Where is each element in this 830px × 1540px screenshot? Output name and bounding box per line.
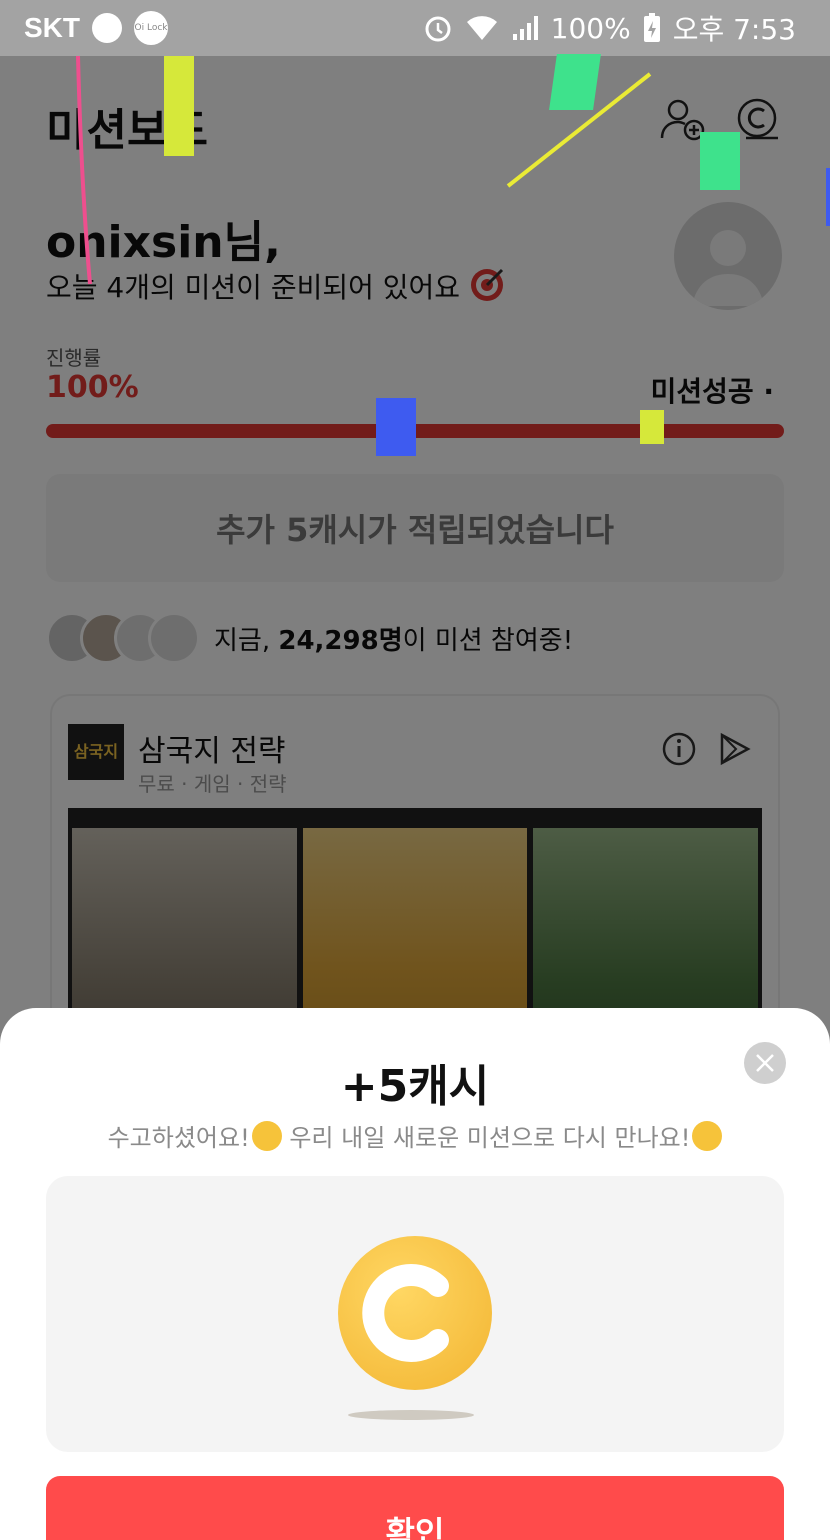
confirm-button[interactable]: 확인 (46, 1476, 784, 1540)
chat-bubble-icon (92, 13, 122, 43)
annotation-stroke (506, 72, 652, 188)
annotation-mark (640, 410, 664, 444)
battery-percent: 100% (550, 11, 631, 45)
coin-letter-c (362, 1264, 449, 1362)
annotation-mark (376, 398, 416, 456)
reward-box (46, 1176, 784, 1452)
oi-lock-icon: Oi Lock (134, 11, 168, 45)
status-bar: SKT Oi Lock 100% 오후 7:53 (0, 0, 830, 56)
reward-bottom-sheet: +5캐시 수고하셨어요! 우리 내일 새로운 미션으로 다시 만나요! 확인 (0, 1008, 830, 1540)
annotation-mark (700, 132, 740, 190)
reward-message: 수고하셨어요! 우리 내일 새로운 미션으로 다시 만나요! (0, 1118, 830, 1153)
carrier-label: SKT (24, 12, 80, 43)
cash-coin-icon (338, 1236, 492, 1390)
annotation-stroke (76, 56, 92, 285)
wifi-icon (466, 16, 497, 40)
alarm-icon (425, 16, 451, 42)
reward-message-part2: 우리 내일 새로운 미션으로 다시 만나요! (281, 1124, 691, 1152)
annotation-mark (826, 168, 830, 226)
clock: 오후 7:53 (672, 13, 796, 46)
thumbs-up-icon (251, 1121, 282, 1151)
annotation-mark (164, 56, 194, 156)
star-eyes-icon (692, 1121, 723, 1151)
signal-icon (512, 16, 538, 40)
reward-message-part1: 수고하셨어요! (107, 1124, 250, 1152)
coin-shadow (348, 1410, 474, 1420)
reward-title: +5캐시 (340, 1061, 490, 1112)
battery-charging-icon (643, 13, 660, 42)
